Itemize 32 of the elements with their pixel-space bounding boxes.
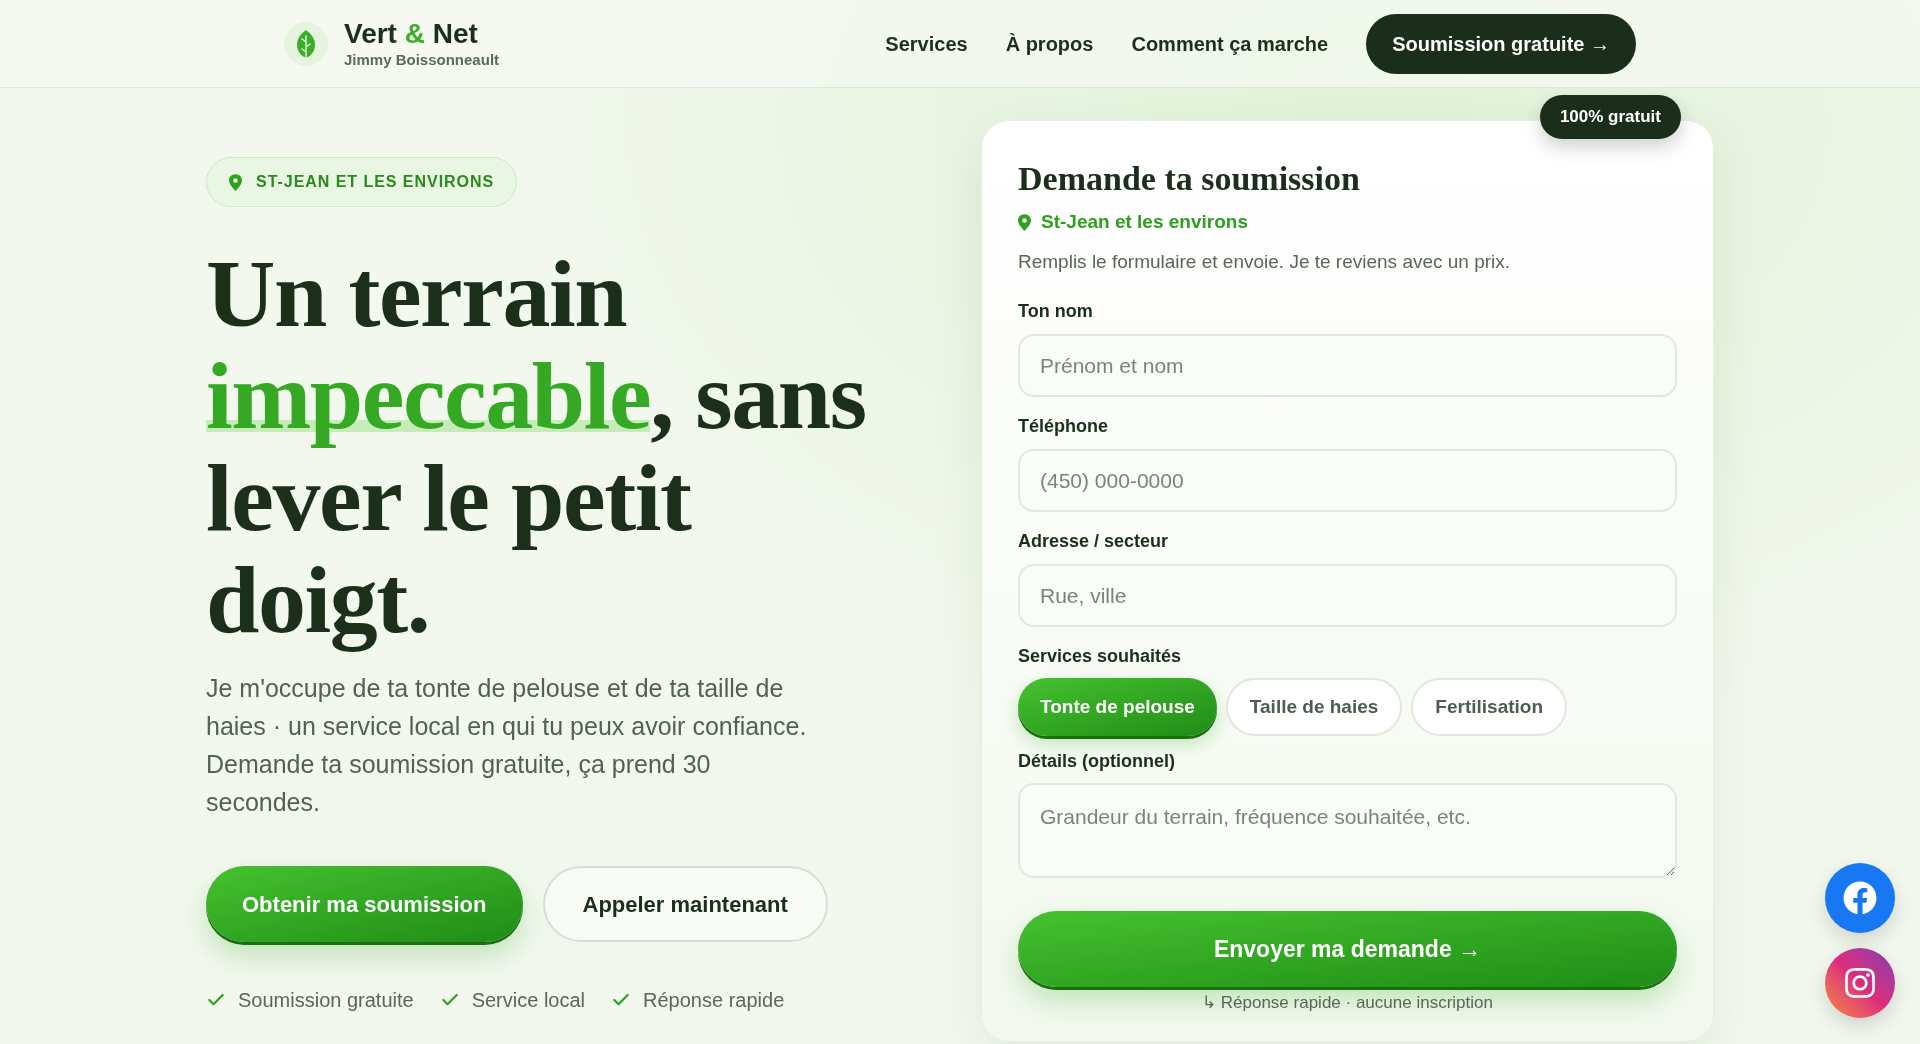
location-text: ST-JEAN ET LES ENVIRONS (256, 172, 495, 192)
brand-name: Vert & Net (344, 18, 479, 49)
service-chip[interactable]: Fertilisation (1411, 678, 1567, 736)
input-field[interactable]: (450) 000-0000 (1018, 449, 1677, 512)
form-location: St-Jean et les environs (1041, 210, 1248, 234)
form-intro: Remplis le formulaire et envoie. Je te reviens avec un prix. (1018, 250, 1512, 274)
field-label: Téléphone (1018, 415, 1109, 438)
details-field[interactable]: Grandeur du terrain, fréquence souhaitée, etc. (1018, 783, 1677, 878)
perk-text: Réponse rapide (643, 988, 785, 1013)
field-label: Ton nom (1018, 300, 1094, 323)
call-button[interactable]: Appeler maintenant (542, 866, 828, 942)
field-label: Détails (optionnel) (1018, 750, 1176, 773)
field-label: Adresse / secteur (1018, 530, 1170, 553)
location-pin-icon (1018, 213, 1031, 231)
cta-button[interactable]: Soumission gratuite → (1366, 13, 1636, 74)
field-label: Services souhaités (1018, 645, 1183, 668)
form-note: ↳ Réponse rapide · aucune inscription (1201, 992, 1494, 1014)
service-chip[interactable]: Taille de haies (1225, 678, 1403, 736)
brand-owner: Jimmy Boissonneault (344, 50, 500, 69)
input-field[interactable]: Prénom et nom (1018, 334, 1677, 397)
perk-text: Service local (471, 988, 586, 1013)
nav-link[interactable]: À propos (1005, 28, 1094, 59)
location-pin-icon (229, 173, 242, 191)
nav-link[interactable]: Comment ça marche (1131, 28, 1329, 59)
leaf-icon (284, 21, 328, 66)
hero-description: Je m'occupe de ta tonte de pelouse et de ta taille de haies · un service local en qui tu peux avoir confiance. Demande ta soumission gratuite, ça prend 30 secondes. (206, 673, 808, 818)
nav-link[interactable]: Services (885, 28, 968, 59)
form-title: Demande ta soumission (1018, 159, 1361, 199)
free-badge: 100% gratuit (1539, 95, 1681, 139)
hero-headline: Un terrain impeccable, sans lever le petit doigt. (206, 243, 867, 651)
input-field[interactable]: Rue, ville (1018, 564, 1677, 627)
perk-text: Soumission gratuite (238, 988, 414, 1013)
